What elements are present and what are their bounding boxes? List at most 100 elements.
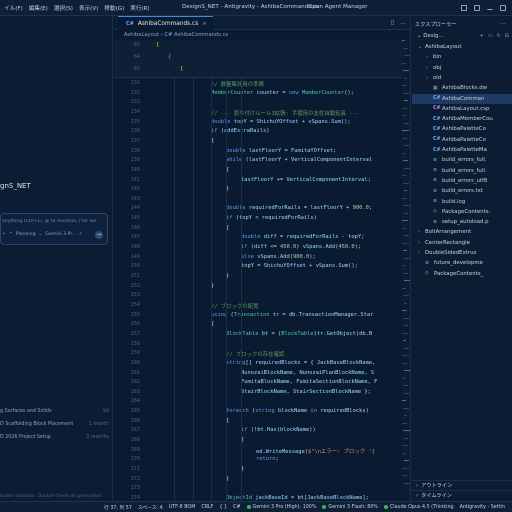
code-line[interactable]: ed.WriteMessage($"\nエラー: ブロック '{ [256,447,375,455]
code-line[interactable]: if (topY < requiredForRails) [226,215,317,221]
open-agent-manager-button[interactable]: Open Agent Manager [308,4,368,10]
code-line[interactable]: return; [256,456,279,462]
conversation-item[interactable]: D 2026 Project Setup 2 months [0,435,112,440]
menu-view[interactable]: 表示(V) [76,4,101,12]
tree-file[interactable]: C# AshibaPaletteMa [412,145,512,155]
tree-file[interactable]: ≡ build_errors_utf8 [412,176,512,186]
tree-file[interactable]: ≡ build_errors_full. [412,166,512,176]
model-status-2[interactable]: Gemini 3 Flash: 80% [322,505,378,510]
code-line[interactable]: MemberCounter counter = new MemberCounte… [211,90,354,96]
close-icon[interactable]: × [202,21,207,27]
tree-file[interactable]: C# AshibaLayout.csp [412,104,512,114]
menu-file[interactable]: イル(F) [1,4,26,12]
code-line[interactable]: // ブロックの存在確認 [226,350,284,358]
menu-selection[interactable]: 選択(S) [51,4,76,12]
outline-section[interactable]: › アウトライン [411,480,512,490]
cursor-position[interactable]: 行 37, 列 57 [104,504,132,511]
code-line[interactable]: // 数量集計用の準備 [211,80,264,88]
code-line[interactable]: lastFloorY += VerticalComponentInterval; [241,177,371,183]
agent-input-box[interactable]: anything (Ctrl+L), @ to mention, / for w… [0,213,108,245]
code-line[interactable]: double requiredForRails = lastFloorY + 9… [226,205,372,211]
indentation[interactable]: スペース: 4 [138,504,163,511]
agent-input-placeholder[interactable]: anything (Ctrl+L), @ to mention, / for w… [2,219,106,224]
breadcrumb-file[interactable]: AshibaCommands.cs [174,32,228,38]
breadcrumb-folder[interactable]: AshibaLayout [124,32,159,38]
tree-file[interactable]: ≡ build_errors.txt [412,186,512,196]
maximize-icon[interactable] [500,5,506,11]
mode-selector[interactable]: Planning [16,232,36,237]
tree-folder[interactable]: › obj [412,63,512,73]
tree-file[interactable]: ≡ build_errors_full. [412,155,512,165]
tree-folder[interactable]: › CenterRectangle [412,238,512,248]
code-line[interactable]: // ブロックの配置 [211,302,258,310]
tree-folder[interactable]: › bin [412,52,512,62]
code-line[interactable]: BlockTable bt = (BlockTable)tr.GetObject… [226,331,372,337]
layout-icon[interactable] [461,5,467,11]
new-file-icon[interactable]: + [480,33,484,39]
line-ending[interactable]: CRLF [201,505,213,510]
code-view[interactable]: 131 // 数量集計用の準備 132 MemberCounter counter =… [114,78,410,501]
code-line[interactable]: if (!bt.Has(blockName)) [241,427,316,433]
microphone-icon[interactable]: ♪ [79,232,82,237]
minimap[interactable] [402,40,411,501]
split-editor-icon[interactable]: ▯ [391,19,394,26]
sticky-line[interactable]: { [180,66,183,72]
workspace-root[interactable]: ⌄ Desig... [417,33,444,39]
send-button[interactable]: → [95,231,103,239]
collapse-icon[interactable]: ⊟ [505,33,509,39]
encoding[interactable]: UTF-8 BOM [169,505,196,510]
add-icon[interactable]: + [2,232,6,237]
tree-file[interactable]: C# AshibaComman [412,93,512,104]
minimize-icon[interactable] [487,6,493,10]
code-line[interactable]: if (diff <= 450.0) vSpans.Add(450.0); [241,244,361,250]
code-line[interactable]: NunozaiBlockName, NunozaiPlanBlockName, … [241,370,374,376]
refresh-icon[interactable]: ↻ [497,33,501,39]
tree-folder[interactable]: › BoltArrangement [412,227,512,237]
code-line[interactable]: // --- 割り付けルール3拡張: 手摺用の支柱自動延長 --- [211,109,359,117]
layout-icon-2[interactable] [474,5,480,11]
tree-file[interactable]: ◇ PackageContents. [412,207,512,217]
tree-file[interactable]: C# AshibaPaletteCo [412,124,512,134]
more-actions-icon[interactable]: … [400,19,406,26]
tree-file[interactable]: ≡ future_developme [412,258,512,268]
tree-file[interactable]: ▦ AshibaBlocks.dw [412,83,512,93]
language-braces[interactable]: { } [219,505,227,510]
tab-ashiba-commands[interactable]: C# AshibaCommands.cs × [118,16,213,30]
model-status-1[interactable]: Gemini 3 Pro (High): 100% [246,505,316,510]
code-line[interactable]: topY = ShichuYOffset + vSpans.Sum(); [241,263,358,269]
menu-go[interactable]: 移動(G) [101,4,127,12]
chevron-icon[interactable]: ^ [9,232,13,237]
conversation-item[interactable]: D Scaffolding Block Placement 1 month [0,422,112,427]
sticky-line[interactable]: { [156,42,159,48]
antigravity-settings[interactable]: Antigravity - Settin [460,505,505,510]
menu-edit[interactable]: 編集(E) [26,4,51,12]
menu-run[interactable]: 実行(R) [127,4,152,12]
tree-folder[interactable]: › old [412,73,512,83]
tree-file[interactable]: C# AshibaPaletteCo [412,135,512,145]
tree-file[interactable]: ◇ PackageContents_ [412,269,512,279]
code-line[interactable]: double lastFloorY = FumitaYOffset; [226,148,336,154]
code-line[interactable]: while (lastFloorY + VerticalComponentInt… [226,157,372,163]
code-line[interactable]: using (Transaction tr = db.TransactionMa… [211,312,373,318]
tree-file[interactable]: ≡ setup_autoload.p [412,217,512,227]
more-actions-icon[interactable]: … [500,19,506,26]
timeline-section[interactable]: › タイムライン [411,490,512,500]
tree-folder[interactable]: ⌄ AshibaLayout [412,42,512,52]
tree-folder[interactable]: › DoubleSidedExtrus [412,248,512,258]
code-line[interactable]: FumitaBlockName, FumitaSectionBlockName,… [241,379,377,385]
chevron-down-icon[interactable]: ⌄ [39,232,43,237]
model-selector[interactable]: Gemini 3 Pr... [45,232,76,237]
language-mode[interactable]: C# [233,505,240,510]
code-line[interactable]: string[] requiredBlocks = { JackBaseBloc… [226,360,375,366]
tree-file[interactable]: C# AshibaMemberCou [412,114,512,124]
new-folder-icon[interactable]: ▭ [488,33,493,39]
code-line[interactable]: foreach (string blockName in requiredBlo… [226,408,369,414]
code-line[interactable]: else vSpans.Add(900.0); [241,254,316,260]
tree-file[interactable]: ≡ build.log [412,197,512,207]
code-line[interactable]: double diff = requiredForRails - topY; [241,234,364,240]
model-status-3[interactable]: Claude Opus 4.5 (Thinking [383,505,454,510]
conversation-item[interactable]: g Surfaces and Solids 9d [0,409,112,414]
code-line[interactable]: double topY = ShichuYOffset + vSpans.Sum… [211,119,351,125]
sticky-line[interactable]: { [168,54,171,60]
code-line[interactable]: StairBlockName, StairSectionBlockName }; [241,389,371,395]
